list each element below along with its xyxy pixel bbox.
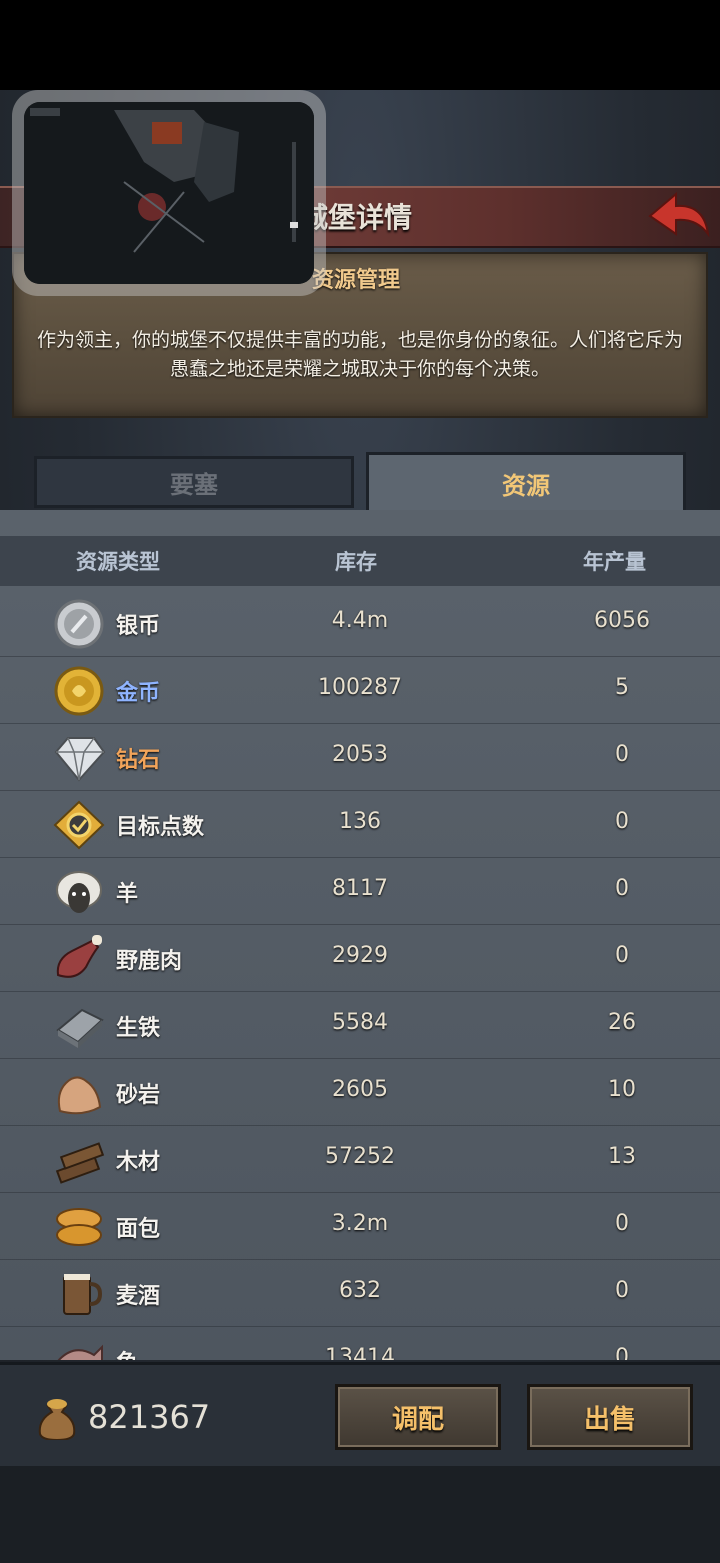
resource-name: 生铁 [116,1016,161,1041]
resource-yearly: 0 [615,809,629,834]
ale-icon [63,1274,103,1315]
resource-name: 钻石 [116,748,161,773]
resource-stock: 57252 [325,1144,395,1169]
tab-resources[interactable]: 资源 [366,452,686,512]
table-row[interactable]: 面包 3.2m 0 [0,1193,720,1260]
allocate-button[interactable]: 调配 [335,1384,501,1450]
table-row[interactable]: 野鹿肉 2929 0 [0,925,720,992]
table-row[interactable]: 目标点数 136 0 [0,791,720,858]
table-row[interactable]: 羊 8117 0 [0,858,720,925]
resource-stock: 2929 [332,943,388,968]
money-bag-icon [38,1399,76,1440]
resource-name: 金币 [116,681,161,706]
resource-stock: 2605 [332,1077,388,1102]
resource-name: 野鹿肉 [116,949,183,974]
back-arrow-icon[interactable] [646,190,712,244]
status-bar-area [0,0,720,90]
resource-stock: 2053 [332,742,388,767]
resource-yearly: 0 [615,1211,629,1236]
fish-icon [57,1344,103,1360]
resource-name: 鱼 [116,1345,138,1360]
tab-strip: 要塞 资源 [0,448,720,518]
minimap[interactable] [12,90,326,296]
resource-yearly: 0 [615,1345,629,1360]
money-value: 821367 [88,1398,211,1436]
resource-yearly: 0 [615,1278,629,1303]
header-stock: 库存 [335,550,377,574]
bread-icon [56,1208,102,1246]
resource-name: 麦酒 [116,1284,161,1309]
description-text: 作为领主，你的城堡不仅提供丰富的功能，也是你身份的象征。人们将它斥为愚蠢之地还是… [36,329,683,380]
pig-iron-icon [56,1008,104,1048]
resource-stock: 632 [339,1278,381,1303]
table-row[interactable]: 砂岩 2605 10 [0,1059,720,1126]
header-type: 资源类型 [76,550,160,574]
table-row[interactable]: 生铁 5584 26 [0,992,720,1059]
resource-name: 银币 [116,614,161,639]
silver-coin-icon [54,599,104,649]
resource-yearly: 6056 [594,608,650,633]
resource-yearly: 13 [608,1144,636,1169]
resource-yearly: 26 [608,1010,636,1035]
resource-stock: 13414 [325,1345,395,1360]
table-row[interactable]: 钻石 2053 0 [0,724,720,791]
resource-name: 羊 [116,882,139,907]
resource-yearly: 0 [615,943,629,968]
table-row[interactable]: 金币 100287 5 [0,657,720,724]
minimap-view [24,102,314,284]
table-header: 资源类型 库存 年产量 [0,536,720,586]
gold-coin-icon [54,666,104,716]
resource-stock: 3.2m [331,1211,389,1236]
sheep-icon [56,871,102,913]
resource-stock: 4.4m [331,608,389,633]
resource-stock: 136 [339,809,381,834]
table-row[interactable]: 麦酒 632 0 [0,1260,720,1327]
table-row[interactable]: 木材 57252 13 [0,1126,720,1193]
sandstone-icon [57,1076,102,1115]
resource-stock: 5584 [332,1010,388,1035]
minimap-map-icon [24,102,314,284]
wood-icon [55,1142,105,1184]
table-row[interactable]: 银币 4.4m 6056 [0,590,720,657]
resource-table[interactable]: 资源类型 库存 年产量 银币 4.4m 6056 金币 100287 5 钻石 … [0,510,720,1360]
resource-yearly: 0 [615,876,629,901]
resource-stock: 100287 [318,675,402,700]
resource-yearly: 0 [615,742,629,767]
header-yearly: 年产量 [583,550,646,574]
resource-yearly: 10 [608,1077,636,1102]
resource-name: 面包 [116,1217,161,1242]
bottom-background [0,1466,720,1563]
resource-name: 目标点数 [116,815,205,840]
sell-button[interactable]: 出售 [527,1384,693,1450]
resource-stock: 8117 [332,876,388,901]
resource-yearly: 5 [615,675,629,700]
target-icon [53,800,105,850]
table-row[interactable]: 鱼 13414 0 [0,1327,720,1360]
resource-name: 木材 [116,1150,161,1175]
diamond-icon [54,737,106,782]
tab-fortress[interactable]: 要塞 [34,456,354,508]
resource-name: 砂岩 [116,1083,161,1108]
venison-icon [56,935,102,978]
